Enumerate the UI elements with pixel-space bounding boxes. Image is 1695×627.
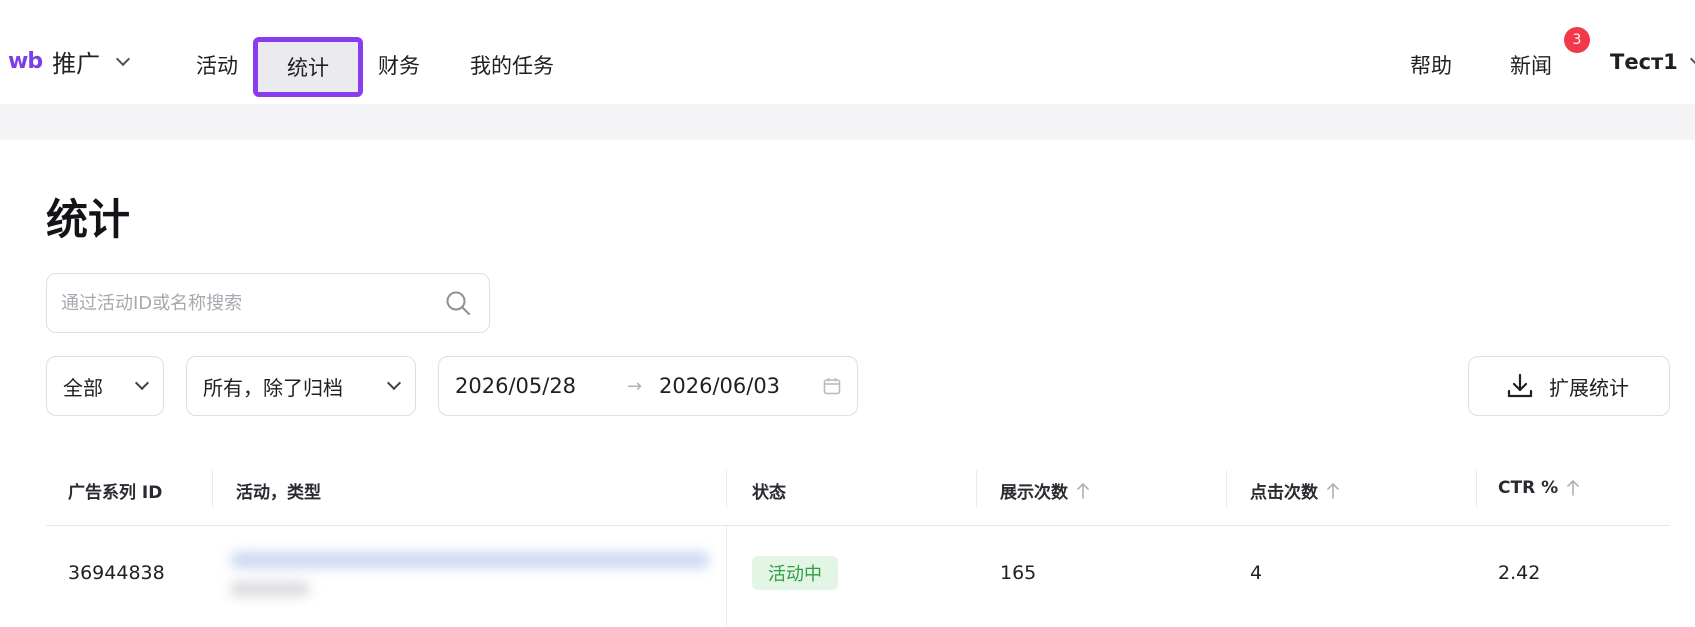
- user-name: Тест1: [1610, 50, 1678, 74]
- nav-my-tasks[interactable]: 我的任务: [470, 50, 554, 80]
- blurred-campaign-type-line: [230, 582, 310, 596]
- export-statistics-button[interactable]: 扩展统计: [1468, 356, 1670, 416]
- column-divider: [726, 470, 727, 508]
- date-to[interactable]: 2026/06/03: [659, 374, 780, 398]
- header-divider-band: [0, 104, 1695, 140]
- column-divider: [1226, 470, 1227, 508]
- column-header-status: 状态: [752, 483, 786, 503]
- column-divider: [212, 470, 213, 508]
- column-header-ctr-sort[interactable]: CTR %: [1498, 478, 1580, 498]
- status-badge: 活动中: [752, 556, 838, 590]
- column-header-clicks-sort[interactable]: 点击次数: [1250, 478, 1340, 503]
- type-filter-select[interactable]: 全部: [46, 356, 164, 416]
- column-header-impressions-sort[interactable]: 展示次数: [1000, 478, 1090, 503]
- cell-clicks: 4: [1250, 562, 1263, 584]
- top-navigation-bar: wb 推广 活动 统计 财务 我的任务 帮助 新闻 3 Тест1: [0, 0, 1695, 104]
- page-title: 统计: [46, 195, 131, 244]
- sort-arrow-up-icon: [1567, 480, 1579, 496]
- cell-impressions: 165: [1000, 562, 1037, 584]
- blurred-campaign-name-line: [230, 552, 710, 568]
- date-range-arrow-icon: →: [627, 376, 643, 397]
- export-statistics-label: 扩展统计: [1549, 375, 1629, 400]
- chevron-down-icon: [134, 375, 150, 391]
- table-row[interactable]: 36944838 活动中 165 4 2.42: [46, 526, 1670, 626]
- brand-logo-text: 推广: [52, 50, 101, 78]
- cell-campaign-id: 36944838: [68, 562, 165, 584]
- column-header-campaign-id: 广告系列 ID: [68, 483, 163, 503]
- type-filter-value: 全部: [63, 375, 103, 400]
- app-logo-menu[interactable]: wb 推广: [8, 44, 131, 79]
- column-divider: [976, 470, 977, 508]
- chevron-down-icon: [1689, 51, 1695, 67]
- nav-statistics-active[interactable]: 统计: [253, 37, 363, 97]
- calendar-icon: [823, 378, 841, 395]
- user-menu[interactable]: Тест1: [1610, 50, 1695, 74]
- blurred-campaign-name: [230, 548, 710, 608]
- column-divider: [726, 526, 727, 626]
- nav-help[interactable]: 帮助: [1410, 50, 1452, 80]
- nav-finance[interactable]: 财务: [378, 50, 420, 80]
- column-header-ctr: CTR %: [1498, 478, 1559, 498]
- column-header-clicks: 点击次数: [1250, 483, 1318, 503]
- status-filter-value: 所有，除了归档: [203, 375, 343, 400]
- date-from[interactable]: 2026/05/28: [455, 374, 576, 398]
- column-header-impressions: 展示次数: [1000, 483, 1068, 503]
- column-divider: [1476, 470, 1477, 508]
- table-header: 广告系列 ID 活动，类型 状态 展示次数 点击次数 CTR %: [46, 452, 1670, 526]
- cell-ctr: 2.42: [1498, 562, 1541, 584]
- search-input[interactable]: [61, 288, 421, 318]
- nav-news[interactable]: 新闻: [1510, 50, 1552, 80]
- chevron-down-icon: [386, 375, 402, 391]
- sort-arrow-up-icon: [1327, 482, 1339, 499]
- status-filter-select[interactable]: 所有，除了归档: [186, 356, 416, 416]
- chevron-down-icon: [116, 51, 131, 66]
- nav-campaigns[interactable]: 活动: [196, 50, 238, 80]
- news-count-badge: 3: [1564, 27, 1590, 53]
- search-icon[interactable]: [445, 290, 471, 316]
- date-range-picker[interactable]: 2026/05/28 → 2026/06/03: [438, 356, 858, 416]
- sort-arrow-up-icon: [1077, 482, 1089, 499]
- search-box: [46, 273, 490, 333]
- brand-logo-mark: wb: [8, 49, 43, 74]
- column-header-campaign-type: 活动，类型: [236, 483, 321, 503]
- nav-statistics-label: 统计: [287, 56, 329, 80]
- download-icon: [1507, 373, 1533, 398]
